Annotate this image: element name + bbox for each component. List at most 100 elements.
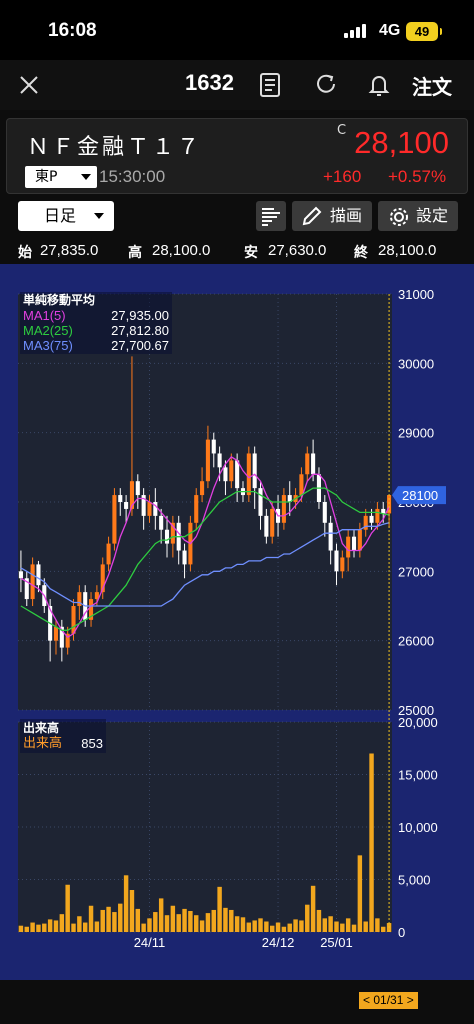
candle-body [311,453,316,475]
y-tick-label: 30000 [398,356,434,371]
low-label: 安 [244,245,258,261]
current-price-label: 28100 [402,488,438,503]
candle-body [357,529,362,551]
x-tick-label: 24/12 [262,935,295,950]
y-tick-label: 27000 [398,564,434,579]
y-tick-label: 29000 [398,426,434,441]
alert-button[interactable] [367,72,393,98]
volume-bar [351,924,357,932]
battery-icon: 49 [406,22,442,41]
candle-body [281,495,286,523]
network-type: 4G [379,22,401,39]
high-value: 28,100.0 [152,242,211,259]
candle-body [164,529,170,544]
ohlc-bar: 始 27,835.0 高 28,100.0 安 27,630.0 終 28,10… [0,240,474,264]
candle-body [112,495,117,544]
open-label: 始 [18,245,32,261]
volume-legend: 出来高 出来高 853 [20,719,106,753]
volume-tick-label: 20,000 [398,715,438,730]
indicator-button[interactable] [256,201,286,231]
candle-body [246,453,251,496]
volume-bar [287,923,292,932]
volume-bar [24,926,29,932]
volume-bar [94,921,100,932]
candle-body [305,453,310,475]
high-label: 高 [128,245,142,261]
volume-bar [100,909,105,932]
price-flag: C [337,123,347,138]
close-label: 終 [354,245,368,261]
candle-body [369,515,374,523]
refresh-icon [317,74,335,93]
y-tick-label: 31000 [398,287,434,302]
ma3-label: MA3(75) [23,338,73,353]
period-value: 日足 [44,206,77,225]
candle-body [235,460,240,489]
document-button[interactable] [258,72,284,98]
volume-bar [334,921,339,932]
status-time: 16:08 [48,20,97,41]
candle-body [299,474,304,496]
volume-bar [357,855,363,932]
candle-body [211,439,216,454]
close-button[interactable] [16,72,42,98]
close-icon [20,76,38,94]
volume-bar [158,898,164,932]
refresh-button[interactable] [314,72,340,98]
volume-tick-label: 5,000 [398,873,431,888]
document-icon [260,73,280,97]
open-value: 27,835.0 [40,242,99,259]
volume-bar [129,890,135,932]
volume-bar [363,921,368,932]
market-select[interactable]: 東P [25,166,97,188]
quote-time: 15:30:00 [99,167,166,186]
period-select[interactable]: 日足 [18,201,114,231]
candle-body [182,550,187,565]
candle-body [322,502,327,523]
volume-tick-label: 10,000 [398,820,438,835]
status-bar: 16:08 4G 49 [0,0,474,60]
volume-bar [18,925,24,932]
candle-body [159,515,164,530]
order-button[interactable]: 注文 [412,71,452,100]
volume-bar [340,923,345,932]
volume-bar [188,911,193,932]
volume-bar [381,926,386,932]
price-chart[interactable]: 2500026000270002800029000300003100005,00… [0,264,474,980]
volume-bar [281,926,287,932]
candle-body [270,508,275,537]
volume-bar [305,904,310,932]
volume-bar [123,875,129,932]
chart-area[interactable]: 2500026000270002800029000300003100005,00… [0,264,474,1009]
candle-body [36,564,41,586]
volume-legend-title: 出来高 [23,721,60,735]
candle-body [147,502,152,516]
candle-body [135,481,140,496]
volume-bar [112,912,117,932]
candle-body [223,467,228,482]
volume-bar [275,922,281,932]
settings-button[interactable]: 設定 [378,201,458,231]
volume-bar [328,916,333,932]
ma-legend-row: MA2(25) 27,812.80 [23,323,169,338]
volume-bar [65,884,70,932]
ma-legend-row: MA1(5) 27,935.00 [23,308,169,323]
close-value: 28,100.0 [378,242,437,259]
volume-label: 出来高 [23,736,63,751]
volume-bar [194,915,199,932]
ma-legend: 単純移動平均 MA1(5) 27,935.00 MA2(25) 27,812.80 … [20,292,172,354]
candle-body [381,508,386,514]
candle-body [258,488,263,516]
draw-button[interactable]: 描画 [292,201,372,231]
volume-bar [205,913,211,932]
volume-bar [246,922,252,932]
volume-bar [176,914,181,932]
ma1-value: 27,935.00 [111,308,169,323]
volume-bar [229,909,234,932]
x-tick-label: 25/01 [320,935,353,950]
current-date-tag[interactable]: < 01/31 > [359,992,418,1009]
volume-bar [106,906,111,932]
volume-legend-row: 出来高 853 [23,736,103,752]
volume-bar [88,905,94,932]
candle-body [328,522,333,551]
